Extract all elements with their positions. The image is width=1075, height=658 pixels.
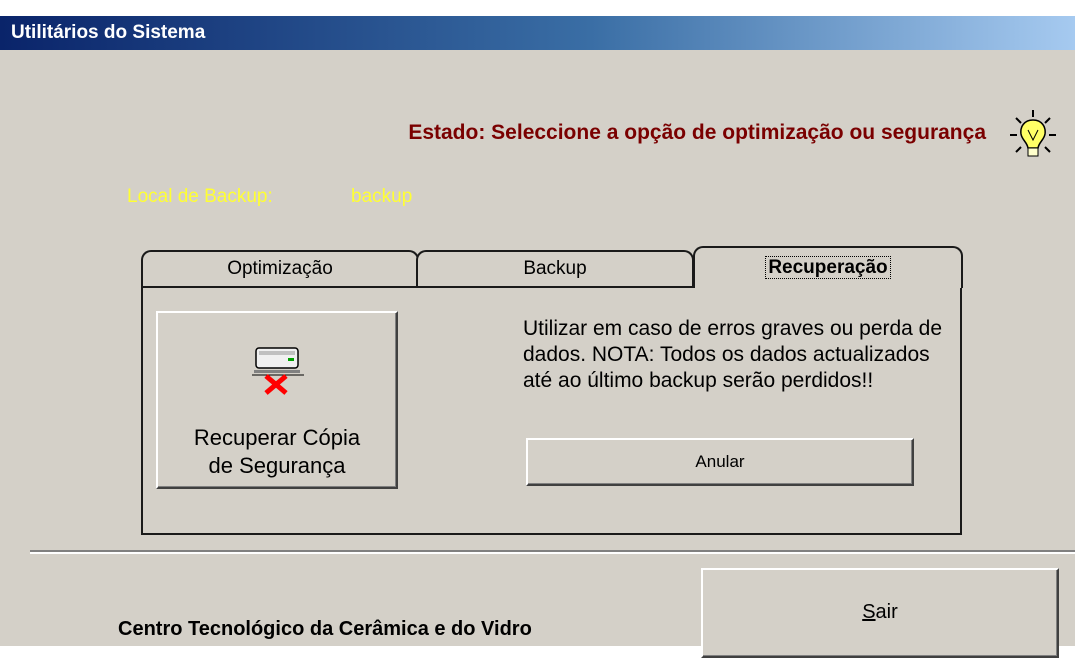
restore-button-label-line2: de Segurança (208, 453, 346, 478)
tab-backup[interactable]: Backup (416, 250, 694, 286)
exit-button[interactable]: Sair (701, 568, 1059, 658)
title-bar: Utilitários do Sistema (0, 16, 1075, 50)
exit-button-mnemonic: S (862, 601, 876, 623)
utilities-window: Utilitários do Sistema Estado: Seleccion… (0, 16, 1075, 658)
lightbulb-icon (1010, 110, 1056, 157)
tab-recuperacao-label: Recuperação (765, 256, 891, 279)
separator-highlight (30, 552, 1075, 554)
recovery-panel: Recuperar Cópia de Segurança Utilizar em… (141, 286, 962, 535)
status-text: Estado: Seleccione a opção de optimizaçã… (408, 121, 986, 144)
restore-backup-button[interactable]: Recuperar Cópia de Segurança (156, 311, 398, 489)
tab-strip: Optimização Backup Recuperação (141, 246, 963, 288)
restore-button-label-line1: Recuperar Cópia (193, 425, 361, 450)
backup-location-value: backup (351, 186, 413, 207)
restore-backup-icon (252, 347, 304, 395)
organization-name: Centro Tecnológico da Cerâmica e do Vidr… (118, 618, 532, 640)
cancel-button[interactable]: Anular (526, 438, 914, 486)
tab-optimizacao[interactable]: Optimização (141, 250, 419, 286)
window-title: Utilitários do Sistema (11, 22, 206, 43)
tab-recuperacao[interactable]: Recuperação (693, 246, 963, 288)
recovery-info-text: Utilizar em caso de erros graves ou perd… (523, 317, 943, 392)
exit-button-label: air (875, 601, 898, 623)
backup-location-label: Local de Backup: (127, 186, 273, 207)
